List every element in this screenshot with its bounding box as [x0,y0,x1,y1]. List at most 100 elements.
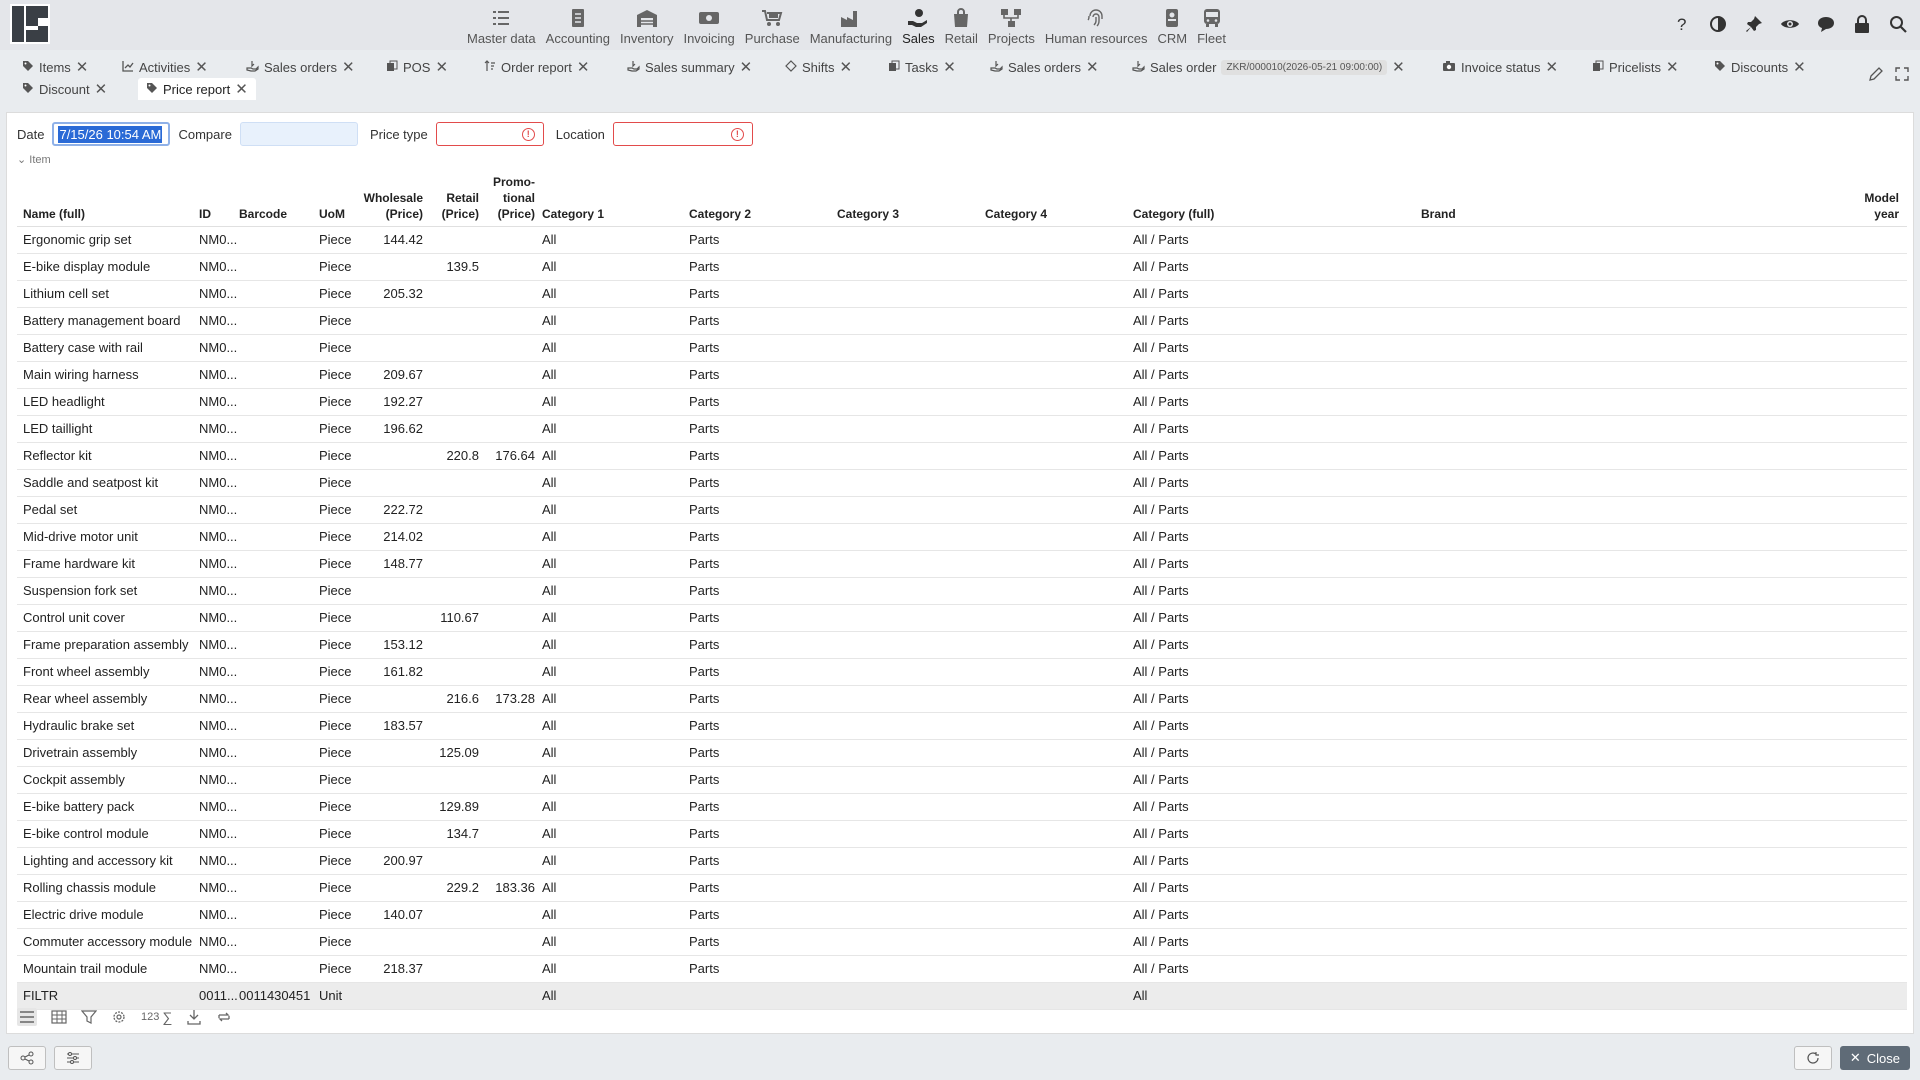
column-header-retail[interactable]: Retail (Price) [427,190,479,222]
refresh-loop-icon[interactable] [216,1009,232,1025]
module-fleet[interactable]: Fleet [1192,0,1231,46]
share-button[interactable] [8,1046,46,1070]
tab-pricelists[interactable]: Pricelists ✕ [1592,56,1679,78]
search-icon[interactable] [1886,12,1910,36]
table-row[interactable]: Ergonomic grip set NM0... Piece 144.42 All Pa… [17,227,1907,254]
table-row[interactable]: Pedal set NM0... Piece 222.72 All Parts All / … [17,497,1907,524]
tab-sales-orders[interactable]: Sales orders ✕ [246,56,355,78]
table-row[interactable]: Mid-drive motor unit NM0... Piece 214.02 All… [17,524,1907,551]
reload-button[interactable] [1793,1046,1832,1070]
module-retail[interactable]: Retail [940,0,983,46]
date-input[interactable]: 7/15/26 10:54 AM [52,122,171,146]
close-tab-icon[interactable]: ✕ [435,60,448,75]
column-header-brand[interactable]: Brand [1421,206,1456,222]
column-header-promotional[interactable]: Promo-tional (Price) [487,174,535,222]
grid-view-icon[interactable] [51,1010,67,1024]
module-master-data[interactable]: Master data [462,0,541,46]
close-tab-icon[interactable]: ✕ [95,82,108,97]
column-header-category-2[interactable]: Category 2 [689,206,751,222]
close-tab-icon[interactable]: ✕ [195,60,208,75]
chat-icon[interactable] [1814,12,1838,36]
filter-icon[interactable] [81,1010,97,1024]
pin-icon[interactable] [1742,12,1766,36]
table-row[interactable]: Battery management board NM0... Piece All Pa… [17,308,1907,335]
table-row[interactable]: Lighting and accessory kit NM0... Piece 200… [17,848,1907,875]
table-row[interactable]: Control unit cover NM0... Piece 110.67 All Pa… [17,605,1907,632]
close-tab-icon[interactable]: ✕ [740,60,753,75]
tab-sales-summary[interactable]: Sales summary ✕ [627,56,752,78]
group-toggle-item[interactable]: ⌄ Item [17,153,51,166]
tab-sales-order[interactable]: Sales order ZKR/000010(2026-05-21 09:00:0… [1132,56,1405,78]
location-input[interactable]: ! [612,122,753,146]
table-row[interactable]: Cockpit assembly NM0... Piece All Parts All /… [17,767,1907,794]
compare-input[interactable] [239,122,358,146]
eye-icon[interactable] [1778,12,1802,36]
tab-discounts[interactable]: Discounts ✕ [1714,56,1806,78]
help-icon[interactable]: ? [1670,12,1694,36]
table-row[interactable]: Hydraulic brake set NM0... Piece 183.57 All P… [17,713,1907,740]
table-row[interactable]: LED taillight NM0... Piece 196.62 All Parts Al… [17,416,1907,443]
table-row[interactable]: Suspension fork set NM0... Piece All Parts Al… [17,578,1907,605]
module-human-resources[interactable]: Human resources [1040,0,1153,46]
list-view-icon[interactable] [17,1008,37,1026]
table-row[interactable]: E-bike battery pack NM0... Piece 129.89 All P… [17,794,1907,821]
lock-icon[interactable] [1850,12,1874,36]
column-header-uom[interactable]: UoM [319,206,345,222]
close-tab-icon[interactable]: ✕ [76,60,89,75]
table-row[interactable]: Drivetrain assembly NM0... Piece 125.09 All P… [17,740,1907,767]
module-accounting[interactable]: Accounting [541,0,615,46]
module-crm[interactable]: CRM [1152,0,1192,46]
table-row[interactable]: E-bike display module NM0... Piece 139.5 All… [17,254,1907,281]
module-inventory[interactable]: Inventory [615,0,678,46]
close-tab-icon[interactable]: ✕ [342,60,355,75]
module-sales[interactable]: Sales [897,0,940,46]
settings-gear-icon[interactable] [111,1009,127,1025]
close-tab-icon[interactable]: ✕ [577,60,590,75]
close-tab-icon[interactable]: ✕ [840,60,853,75]
table-row[interactable]: Saddle and seatpost kit NM0... Piece All Par… [17,470,1907,497]
fullscreen-icon[interactable] [1894,66,1910,85]
module-manufacturing[interactable]: Manufacturing [805,0,897,46]
column-header-wholesale[interactable]: Wholesale (Price) [357,190,423,222]
table-row[interactable]: Rear wheel assembly NM0... Piece 216.6 173.2… [17,686,1907,713]
close-tab-icon[interactable]: ✕ [235,82,248,97]
totals-sum-icon[interactable]: 123 ∑ [141,1009,172,1025]
tab-invoice-status[interactable]: Invoice status ✕ [1442,56,1558,78]
close-tab-icon[interactable]: ✕ [1666,60,1679,75]
table-row[interactable]: Electric drive module NM0... Piece 140.07 Al… [17,902,1907,929]
close-button[interactable]: ✕ Close [1839,1046,1910,1070]
tab-items[interactable]: Items ✕ [22,56,88,78]
tab-order-report[interactable]: Order report ✕ [484,56,589,78]
download-icon[interactable] [186,1009,202,1025]
close-tab-icon[interactable]: ✕ [1086,60,1099,75]
price-type-input[interactable]: ! [435,122,544,146]
table-row[interactable]: Main wiring harness NM0... Piece 209.67 All P… [17,362,1907,389]
column-header-name[interactable]: Name (full) [23,206,85,222]
close-tab-icon[interactable]: ✕ [1546,60,1559,75]
tab-shifts[interactable]: Shifts ✕ [785,56,852,78]
adjust-button[interactable] [54,1046,92,1070]
table-row[interactable]: Frame hardware kit NM0... Piece 148.77 All Pa… [17,551,1907,578]
table-row[interactable]: E-bike control module NM0... Piece 134.7 All… [17,821,1907,848]
table-row[interactable]: Reflector kit NM0... Piece 220.8 176.64 All Pa… [17,443,1907,470]
table-row[interactable]: Mountain trail module NM0... Piece 218.37 Al… [17,956,1907,983]
column-header-category-full[interactable]: Category (full) [1133,206,1214,222]
module-projects[interactable]: Projects [983,0,1040,46]
tab-discount[interactable]: Discount ✕ [22,78,107,100]
close-tab-icon[interactable]: ✕ [943,60,956,75]
column-header-category-1[interactable]: Category 1 [542,206,604,222]
module-purchase[interactable]: Purchase [740,0,805,46]
contrast-icon[interactable] [1706,12,1730,36]
table-row[interactable]: LED headlight NM0... Piece 192.27 All Parts Al… [17,389,1907,416]
app-logo[interactable] [8,2,52,46]
table-row[interactable]: Frame preparation assembly NM0... Piece 153… [17,632,1907,659]
tab-tasks[interactable]: Tasks ✕ [888,56,956,78]
column-header-barcode[interactable]: Barcode [239,206,287,222]
table-row[interactable]: Commuter accessory module NM0... Piece All P… [17,929,1907,956]
summary-row[interactable]: FILTR 0011... 0011430451 Unit All All [17,983,1907,1010]
table-row[interactable]: Front wheel assembly NM0... Piece 161.82 All… [17,659,1907,686]
column-header-category-3[interactable]: Category 3 [837,206,899,222]
table-row[interactable]: Battery case with rail NM0... Piece All Part… [17,335,1907,362]
close-tab-icon[interactable]: ✕ [1793,60,1806,75]
tab-pos[interactable]: POS ✕ [386,56,448,78]
